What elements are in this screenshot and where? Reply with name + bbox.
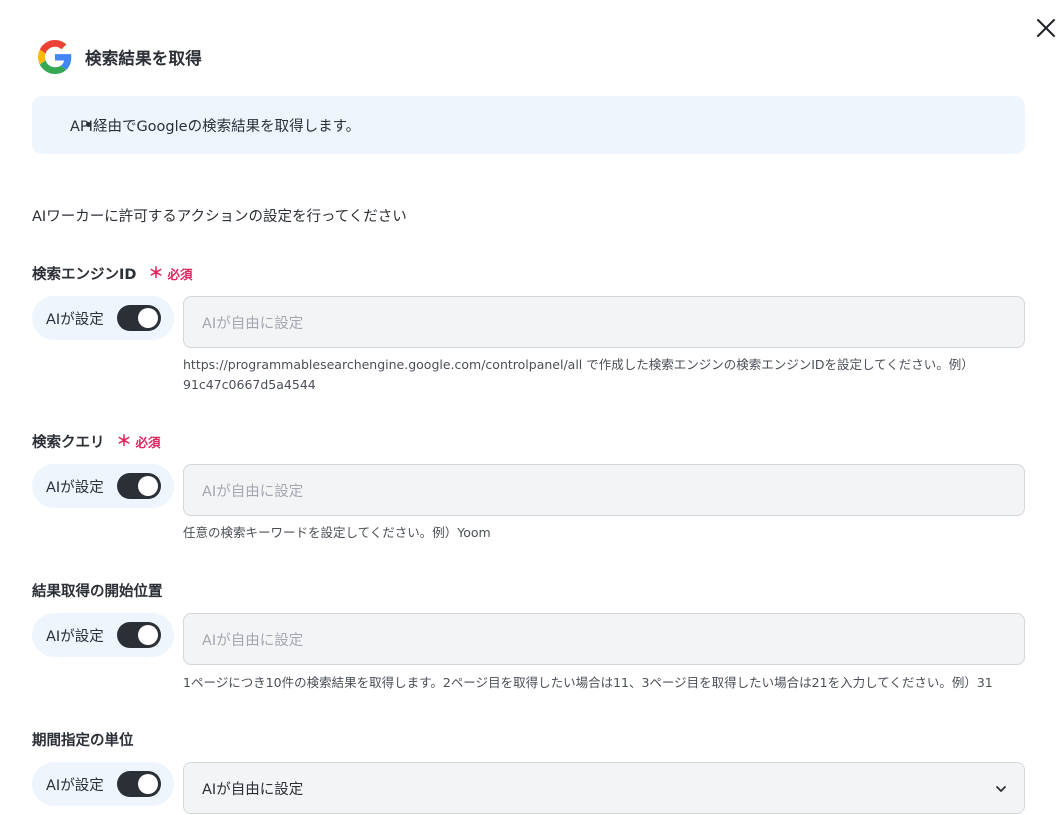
- info-text: API経由でGoogleの検索結果を取得します。: [70, 118, 361, 135]
- panel-header: 検索結果を取得: [38, 40, 202, 74]
- ai-setting-toggle[interactable]: [117, 622, 161, 648]
- search-engine-id-input[interactable]: AIが自由に設定: [183, 296, 1025, 348]
- toggle-knob: [138, 625, 158, 645]
- field-label-search-engine-id: 検索エンジンID ＊ 必須: [32, 263, 192, 284]
- help-text-line: 任意の検索キーワードを設定してください。例）Yoom: [183, 525, 491, 540]
- search-query-input[interactable]: AIが自由に設定: [183, 464, 1025, 516]
- ai-setting-toggle[interactable]: [117, 473, 161, 499]
- google-g-icon: [38, 40, 72, 74]
- period-unit-select[interactable]: AIが自由に設定: [183, 762, 1025, 814]
- ai-setting-pill: AIが設定: [32, 613, 174, 657]
- field-label-start-position: 結果取得の開始位置: [32, 580, 163, 601]
- ai-setting-label: AIが設定: [46, 777, 104, 794]
- start-position-input[interactable]: AIが自由に設定: [183, 613, 1025, 665]
- select-value: AIが自由に設定: [202, 781, 304, 798]
- close-button[interactable]: [1034, 16, 1058, 40]
- ai-setting-label: AIが設定: [46, 311, 104, 328]
- toggle-knob: [138, 476, 158, 496]
- field-label-text: 検索エンジンID: [32, 267, 137, 283]
- bullet-icon: [86, 122, 91, 127]
- asterisk-icon: ＊: [148, 264, 164, 282]
- info-box: API経由でGoogleの検索結果を取得します。: [32, 96, 1025, 154]
- help-text: 1ページにつき10件の検索結果を取得します。2ページ目を取得したい場合は11、3…: [183, 673, 1025, 693]
- action-settings-panel: 検索結果を取得 API経由でGoogleの検索結果を取得します。 AIワーカーに…: [0, 0, 1061, 815]
- ai-setting-pill: AIが設定: [32, 296, 174, 340]
- asterisk-icon: ＊: [116, 432, 132, 450]
- required-label: 必須: [167, 267, 193, 282]
- required-badge: ＊ 必須: [117, 432, 161, 451]
- help-text-line: 91c47c0667d5a4544: [183, 377, 316, 392]
- toggle-knob: [138, 308, 158, 328]
- toggle-knob: [138, 774, 158, 794]
- intro-text: AIワーカーに許可するアクションの設定を行ってください: [32, 209, 407, 225]
- required-badge: ＊ 必須: [148, 264, 192, 283]
- ai-setting-pill: AIが設定: [32, 762, 174, 806]
- ai-setting-toggle[interactable]: [117, 771, 161, 797]
- help-text: 任意の検索キーワードを設定してください。例）Yoom: [183, 523, 1025, 543]
- field-label-text: 検索クエリ: [32, 435, 105, 451]
- field-label-period-unit: 期間指定の単位: [32, 729, 134, 750]
- field-label-text: 期間指定の単位: [32, 733, 134, 749]
- close-icon: [1037, 19, 1055, 37]
- chevron-down-icon: [994, 782, 1008, 796]
- ai-setting-label: AIが設定: [46, 628, 104, 645]
- help-text-line: 1ページにつき10件の検索結果を取得します。2ページ目を取得したい場合は11、3…: [183, 675, 993, 690]
- field-label-text: 結果取得の開始位置: [32, 584, 163, 600]
- ai-setting-pill: AIが設定: [32, 464, 174, 508]
- help-text-line: https://programmablesearchengine.google.…: [183, 357, 974, 372]
- field-label-search-query: 検索クエリ ＊ 必須: [32, 431, 161, 452]
- ai-setting-toggle[interactable]: [117, 305, 161, 331]
- page-title: 検索結果を取得: [85, 49, 202, 68]
- required-label: 必須: [135, 435, 161, 450]
- help-text: https://programmablesearchengine.google.…: [183, 355, 1025, 395]
- ai-setting-label: AIが設定: [46, 479, 104, 496]
